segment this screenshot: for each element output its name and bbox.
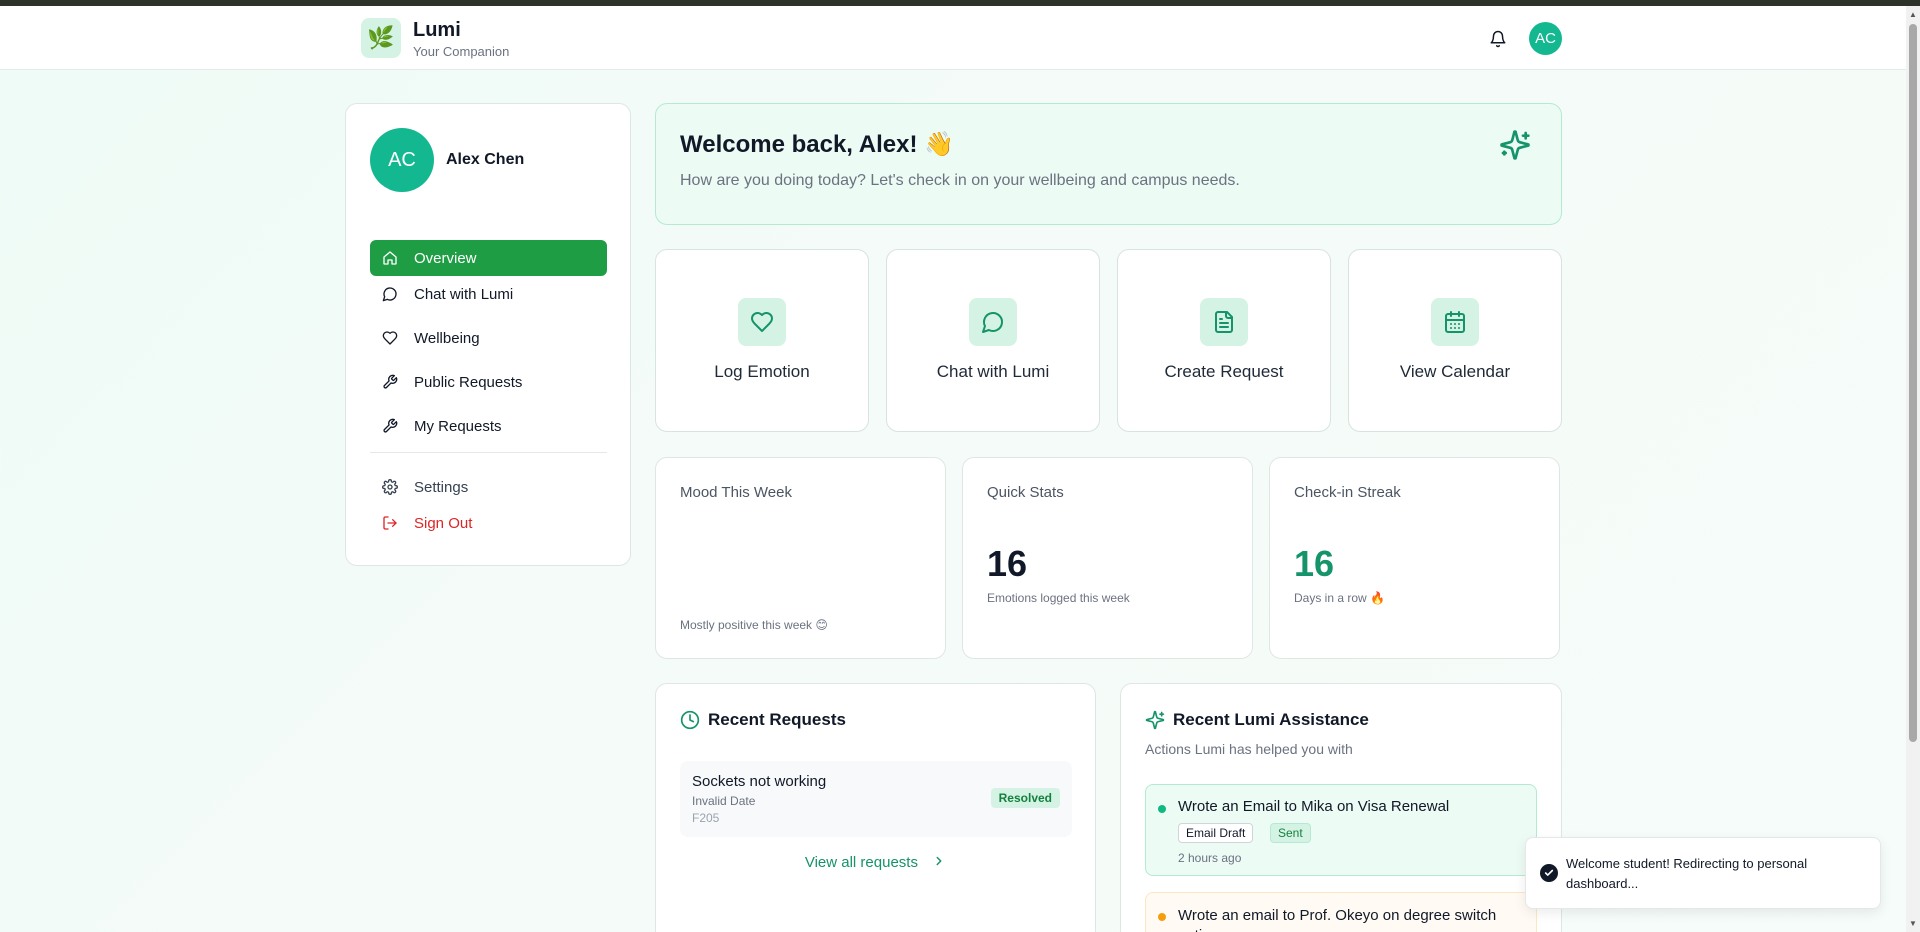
welcome-subtitle: How are you doing today? Let's check in … bbox=[680, 172, 1240, 189]
sidebar-item-settings[interactable]: Settings bbox=[370, 469, 607, 505]
section-title: Recent Requests bbox=[708, 710, 846, 729]
user-name: Alex Chen bbox=[446, 151, 525, 168]
status-dot bbox=[1158, 805, 1166, 813]
sidebar-item-public-requests[interactable]: Public Requests bbox=[370, 364, 607, 400]
assistance-item[interactable]: Wrote an email to Prof. Okeyo on degree … bbox=[1145, 892, 1537, 932]
toast-notification: Welcome student! Redirecting to personal… bbox=[1525, 837, 1881, 909]
card-caption: Emotions logged this week bbox=[987, 591, 1130, 605]
wrench-icon bbox=[383, 374, 398, 389]
view-calendar-button[interactable]: View Calendar bbox=[1348, 249, 1562, 432]
chat-bubble-icon bbox=[982, 312, 1003, 333]
action-label: View Calendar bbox=[1399, 362, 1511, 381]
card-title: Quick Stats bbox=[987, 484, 1064, 501]
request-title: Sockets not working bbox=[692, 773, 827, 790]
mood-this-week-card: Mood This Week Mostly positive this week… bbox=[655, 457, 946, 659]
scrollbar-thumb[interactable] bbox=[1909, 24, 1917, 742]
heart-icon-box bbox=[738, 298, 786, 346]
sidebar-item-label: Public Requests bbox=[414, 373, 523, 391]
assistance-item[interactable]: Wrote an Email to Mika on Visa Renewal E… bbox=[1145, 784, 1537, 876]
home-icon bbox=[383, 251, 397, 265]
page-scrollbar[interactable]: ▲ ▼ bbox=[1906, 6, 1920, 932]
request-location: F205 bbox=[692, 811, 720, 825]
assistance-title: Wrote an Email to Mika on Visa Renewal bbox=[1178, 798, 1450, 815]
sidebar-item-overview[interactable]: Overview bbox=[370, 240, 607, 276]
app-title: Lumi bbox=[413, 19, 461, 41]
tag-email-draft: Email Draft bbox=[1178, 823, 1254, 843]
assistance-time: 2 hours ago bbox=[1178, 851, 1242, 865]
check-in-streak-card: Check-in Streak 16 Days in a row 🔥 bbox=[1269, 457, 1560, 659]
wrench-icon bbox=[383, 418, 398, 433]
leaf-logo-icon: 🌿 bbox=[361, 18, 401, 58]
assistance-title: Wrote an email to Prof. Okeyo on degree … bbox=[1178, 907, 1497, 932]
sidebar-item-label: My Requests bbox=[414, 417, 502, 435]
tag-sent: Sent bbox=[1270, 823, 1311, 843]
request-list-item[interactable]: Sockets not working Invalid Date F205 Re… bbox=[680, 761, 1072, 837]
section-title: Recent Lumi Assistance bbox=[1173, 710, 1369, 729]
welcome-banner: Welcome back, Alex! 👋 How are you doing … bbox=[655, 103, 1562, 225]
action-label: Chat with Lumi bbox=[936, 362, 1050, 381]
chat-icon-box bbox=[969, 298, 1017, 346]
sidebar: AC Alex Chen Overview Chat with Lumi Wel… bbox=[345, 103, 631, 566]
streak-count: 16 bbox=[1294, 543, 1335, 584]
status-badge: Resolved bbox=[990, 788, 1060, 808]
create-request-button[interactable]: Create Request bbox=[1117, 249, 1331, 432]
chat-with-lumi-button[interactable]: Chat with Lumi bbox=[886, 249, 1100, 432]
request-date: Invalid Date bbox=[692, 794, 756, 808]
chevron-right-icon bbox=[936, 856, 942, 866]
status-dot bbox=[1158, 913, 1166, 921]
profile-avatar: AC bbox=[370, 128, 434, 192]
sign-out-icon bbox=[383, 516, 397, 530]
sidebar-item-my-requests[interactable]: My Requests bbox=[370, 408, 607, 444]
sidebar-divider bbox=[370, 452, 607, 453]
section-subtitle: Actions Lumi has helped you with bbox=[1145, 741, 1353, 757]
quick-stats-card: Quick Stats 16 Emotions logged this week bbox=[962, 457, 1253, 659]
sidebar-item-wellbeing[interactable]: Wellbeing bbox=[370, 320, 607, 356]
card-title: Check-in Streak bbox=[1294, 484, 1401, 501]
emotions-count: 16 bbox=[987, 543, 1028, 584]
welcome-title: Welcome back, Alex! 👋 bbox=[680, 131, 954, 158]
scroll-down-arrow-icon[interactable]: ▼ bbox=[1909, 919, 1917, 928]
bell-icon[interactable] bbox=[1489, 30, 1507, 48]
document-icon-box bbox=[1200, 298, 1248, 346]
sparkles-icon bbox=[1500, 130, 1530, 160]
check-circle-icon bbox=[1540, 864, 1558, 882]
action-label: Log Emotion bbox=[714, 362, 810, 381]
heart-icon bbox=[751, 312, 773, 332]
scroll-up-arrow-icon[interactable]: ▲ bbox=[1909, 10, 1917, 19]
mood-summary: Mostly positive this week 😊 bbox=[680, 618, 828, 632]
gear-icon bbox=[382, 479, 398, 495]
sidebar-item-label: Settings bbox=[414, 478, 469, 496]
recent-lumi-assistance-card: Recent Lumi Assistance Actions Lumi has … bbox=[1120, 683, 1562, 932]
card-caption: Days in a row 🔥 bbox=[1294, 591, 1385, 605]
recent-requests-card: Recent Requests Sockets not working Inva… bbox=[655, 683, 1096, 932]
top-header: 🌿 Lumi Your Companion AC bbox=[0, 6, 1906, 70]
toast-message: Welcome student! Redirecting to personal… bbox=[1566, 856, 1808, 891]
sparkles-icon bbox=[1145, 710, 1165, 730]
sidebar-item-label: Sign Out bbox=[414, 514, 473, 532]
clock-icon bbox=[680, 710, 700, 730]
heart-icon bbox=[382, 331, 398, 345]
log-emotion-button[interactable]: Log Emotion bbox=[655, 249, 869, 432]
card-title: Mood This Week bbox=[680, 484, 792, 501]
calendar-icon bbox=[1445, 311, 1465, 333]
view-all-requests-link[interactable]: View all requests bbox=[656, 854, 1095, 871]
sidebar-item-label: Wellbeing bbox=[414, 329, 480, 347]
app-subtitle: Your Companion bbox=[413, 44, 510, 59]
calendar-icon-box bbox=[1431, 298, 1479, 346]
sidebar-item-label: Chat with Lumi bbox=[414, 285, 514, 303]
chat-bubble-icon bbox=[382, 287, 397, 302]
document-icon bbox=[1215, 311, 1233, 333]
header-avatar[interactable]: AC bbox=[1529, 22, 1562, 55]
action-label: Create Request bbox=[1164, 362, 1284, 381]
sidebar-item-sign-out[interactable]: Sign Out bbox=[370, 505, 607, 541]
sidebar-item-label: Overview bbox=[414, 249, 477, 267]
sidebar-item-chat[interactable]: Chat with Lumi bbox=[370, 276, 607, 312]
link-label: View all requests bbox=[804, 854, 918, 871]
